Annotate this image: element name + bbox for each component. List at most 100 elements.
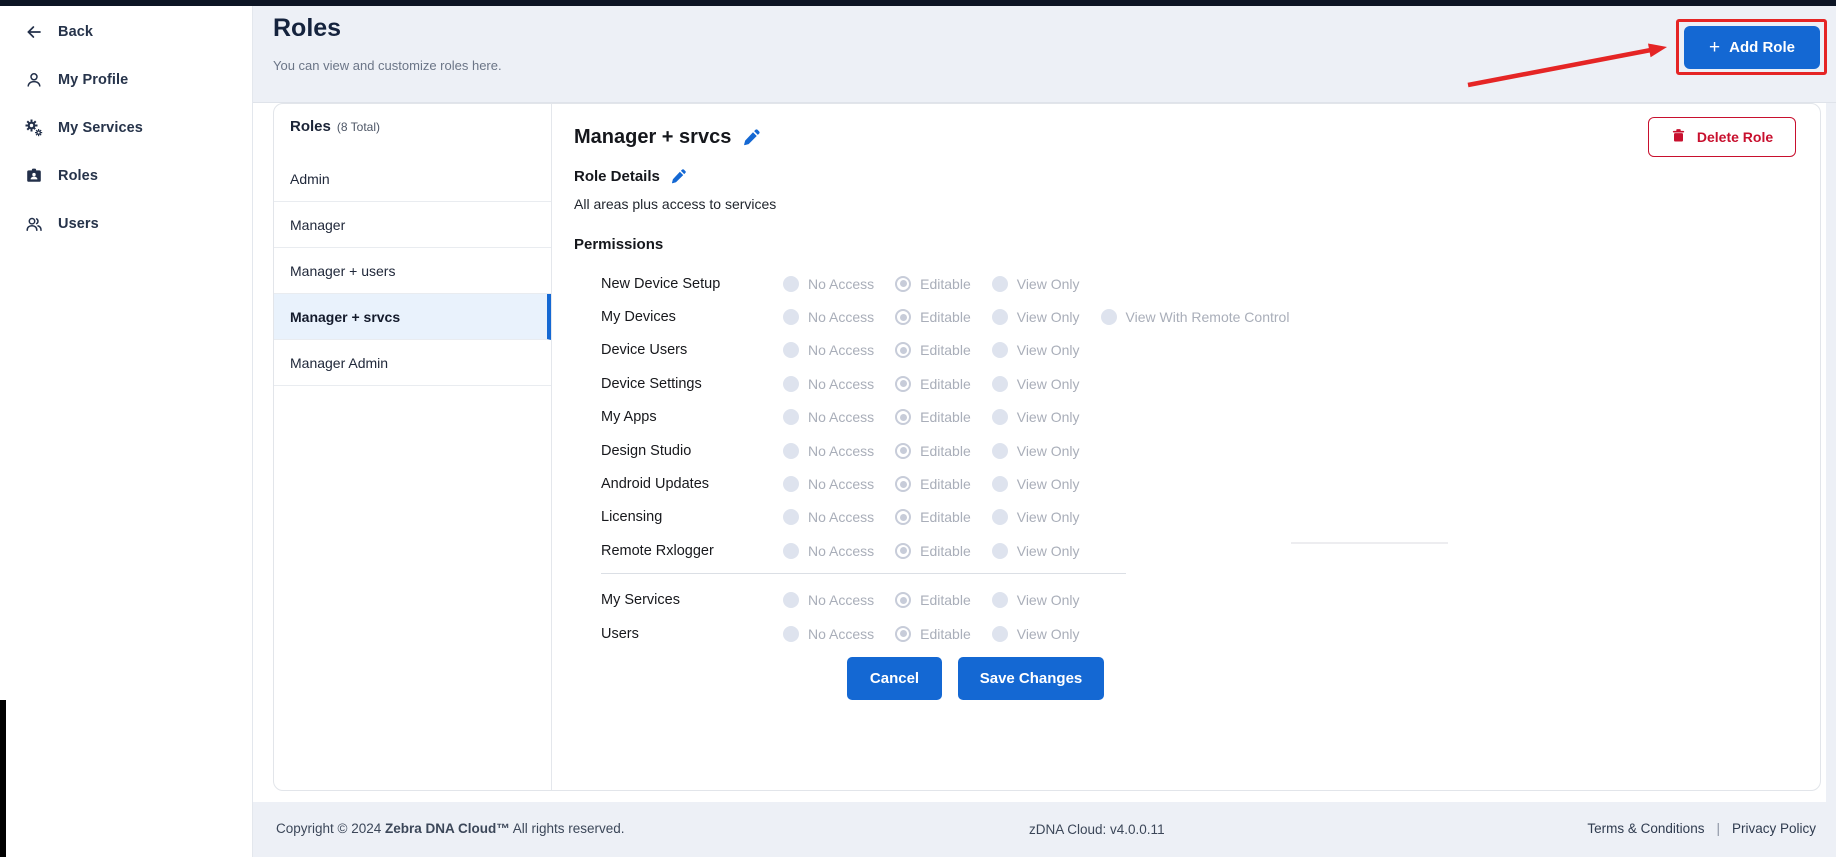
- radio-option-view-only[interactable]: View Only: [992, 376, 1080, 392]
- permission-row-device-settings: Device Settings No Access Editable View …: [574, 367, 1796, 400]
- radio-selected-icon[interactable]: [895, 626, 911, 642]
- permission-row-my-services: My Services No Access Editable View Only: [574, 584, 1796, 617]
- footer: Copyright © 2024 Zebra DNA Cloud™ All ri…: [253, 802, 1836, 857]
- radio-option-editable[interactable]: Editable: [895, 543, 971, 559]
- role-list-item-manager-srvcs[interactable]: Manager + srvcs: [274, 294, 551, 340]
- radio-selected-icon[interactable]: [895, 443, 911, 459]
- radio-option-editable[interactable]: Editable: [895, 409, 971, 425]
- radio-option-editable[interactable]: Editable: [895, 509, 971, 525]
- permission-label: My Apps: [601, 409, 783, 425]
- edit-role-details-icon[interactable]: [671, 168, 687, 184]
- radio-icon[interactable]: [783, 509, 799, 525]
- radio-selected-icon[interactable]: [895, 509, 911, 525]
- radio-icon[interactable]: [992, 276, 1008, 292]
- radio-icon[interactable]: [783, 342, 799, 358]
- radio-option-no-access[interactable]: No Access: [783, 443, 874, 459]
- radio-option-no-access[interactable]: No Access: [783, 476, 874, 492]
- role-list-item-manager-admin[interactable]: Manager Admin: [274, 340, 551, 386]
- terms-link[interactable]: Terms & Conditions: [1587, 821, 1704, 836]
- add-role-button[interactable]: + Add Role: [1684, 26, 1820, 69]
- radio-icon[interactable]: [992, 476, 1008, 492]
- radio-option-view-only[interactable]: View Only: [992, 592, 1080, 608]
- radio-icon[interactable]: [992, 543, 1008, 559]
- role-item-label: Admin: [290, 171, 330, 187]
- cancel-button[interactable]: Cancel: [847, 657, 942, 700]
- radio-option-view-only[interactable]: View Only: [992, 309, 1080, 325]
- radio-option-no-access[interactable]: No Access: [783, 342, 874, 358]
- radio-option-editable[interactable]: Editable: [895, 376, 971, 392]
- radio-icon[interactable]: [992, 309, 1008, 325]
- radio-option-editable[interactable]: Editable: [895, 276, 971, 292]
- radio-option-editable[interactable]: Editable: [895, 592, 971, 608]
- privacy-link[interactable]: Privacy Policy: [1732, 821, 1816, 836]
- radio-icon[interactable]: [783, 276, 799, 292]
- radio-icon[interactable]: [783, 543, 799, 559]
- radio-option-view-only[interactable]: View Only: [992, 543, 1080, 559]
- radio-icon[interactable]: [992, 409, 1008, 425]
- radio-option-view-only[interactable]: View Only: [992, 276, 1080, 292]
- delete-role-button[interactable]: Delete Role: [1648, 117, 1796, 157]
- radio-option-no-access[interactable]: No Access: [783, 376, 874, 392]
- radio-option-label: View Only: [1017, 592, 1080, 608]
- radio-icon[interactable]: [992, 592, 1008, 608]
- role-list-item-admin[interactable]: Admin: [274, 156, 551, 202]
- sidebar-item-users[interactable]: Users: [0, 200, 252, 248]
- radio-selected-icon[interactable]: [895, 309, 911, 325]
- permission-row-licensing: Licensing No Access Editable View Only: [574, 501, 1796, 534]
- role-item-label: Manager Admin: [290, 355, 388, 371]
- radio-option-view-only[interactable]: View Only: [992, 342, 1080, 358]
- radio-option-view-only[interactable]: View Only: [992, 409, 1080, 425]
- role-list-item-manager[interactable]: Manager: [274, 202, 551, 248]
- radio-icon[interactable]: [1101, 309, 1117, 325]
- radio-selected-icon[interactable]: [895, 409, 911, 425]
- sidebar-item-roles[interactable]: Roles: [0, 152, 252, 200]
- radio-option-editable[interactable]: Editable: [895, 626, 971, 642]
- radio-option-label: View Only: [1017, 626, 1080, 642]
- edit-role-name-icon[interactable]: [743, 128, 761, 146]
- sidebar-item-back[interactable]: Back: [0, 8, 252, 56]
- radio-option-editable[interactable]: Editable: [895, 309, 971, 325]
- radio-icon[interactable]: [783, 376, 799, 392]
- role-list-item-manager-users[interactable]: Manager + users: [274, 248, 551, 294]
- roles-list-panel: Roles (8 Total) Admin Manager Manager + …: [274, 104, 552, 790]
- radio-option-no-access[interactable]: No Access: [783, 409, 874, 425]
- radio-icon[interactable]: [992, 376, 1008, 392]
- radio-option-view-only[interactable]: View Only: [992, 509, 1080, 525]
- radio-option-no-access[interactable]: No Access: [783, 626, 874, 642]
- radio-option-no-access[interactable]: No Access: [783, 309, 874, 325]
- radio-icon[interactable]: [992, 342, 1008, 358]
- radio-option-editable[interactable]: Editable: [895, 342, 971, 358]
- radio-selected-icon[interactable]: [895, 476, 911, 492]
- radio-selected-icon[interactable]: [895, 276, 911, 292]
- radio-option-no-access[interactable]: No Access: [783, 543, 874, 559]
- radio-selected-icon[interactable]: [895, 543, 911, 559]
- radio-option-view-only[interactable]: View Only: [992, 443, 1080, 459]
- radio-icon[interactable]: [783, 626, 799, 642]
- radio-option-no-access[interactable]: No Access: [783, 276, 874, 292]
- save-changes-button[interactable]: Save Changes: [958, 657, 1104, 700]
- radio-icon[interactable]: [992, 443, 1008, 459]
- radio-icon[interactable]: [783, 476, 799, 492]
- sidebar-item-my-profile[interactable]: My Profile: [0, 56, 252, 104]
- copyright-prefix: Copyright © 2024: [276, 821, 385, 836]
- radio-icon[interactable]: [992, 626, 1008, 642]
- radio-selected-icon[interactable]: [895, 342, 911, 358]
- radio-icon[interactable]: [992, 509, 1008, 525]
- radio-option-no-access[interactable]: No Access: [783, 592, 874, 608]
- radio-icon[interactable]: [783, 443, 799, 459]
- radio-option-label: No Access: [808, 626, 874, 642]
- radio-option-view-only[interactable]: View Only: [992, 626, 1080, 642]
- radio-selected-icon[interactable]: [895, 592, 911, 608]
- radio-icon[interactable]: [783, 592, 799, 608]
- radio-option-label: No Access: [808, 509, 874, 525]
- radio-option-view-with-remote-control[interactable]: View With Remote Control: [1101, 309, 1290, 325]
- sidebar-item-my-services[interactable]: My Services: [0, 104, 252, 152]
- radio-option-no-access[interactable]: No Access: [783, 509, 874, 525]
- radio-option-editable[interactable]: Editable: [895, 443, 971, 459]
- radio-option-editable[interactable]: Editable: [895, 476, 971, 492]
- radio-option-view-only[interactable]: View Only: [992, 476, 1080, 492]
- radio-option-label: No Access: [808, 342, 874, 358]
- radio-selected-icon[interactable]: [895, 376, 911, 392]
- radio-icon[interactable]: [783, 309, 799, 325]
- radio-icon[interactable]: [783, 409, 799, 425]
